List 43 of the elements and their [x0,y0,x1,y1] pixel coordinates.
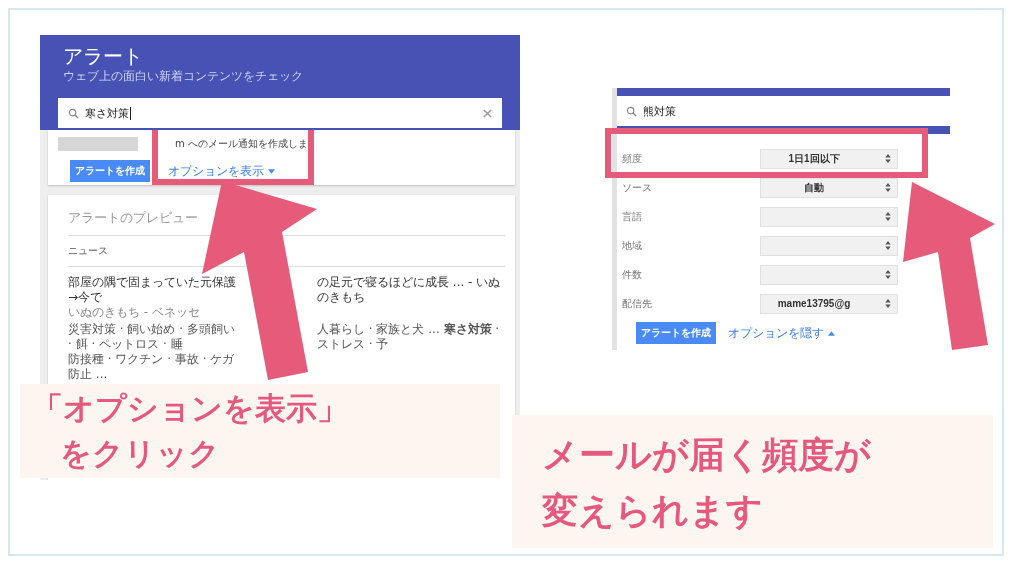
search-icon [68,107,79,119]
article-snippet: 人暮らし · 家族と犬 ... 寒さ対策 · ストレス · 予 [317,322,501,352]
option-label: 言語 [622,209,643,224]
article-headline[interactable]: →今で [68,290,240,305]
callout-text: 「オプションを表示」 [32,389,349,428]
option-label: 頻度 [622,151,643,166]
option-label: 件数 [622,267,643,282]
updown-arrows-icon [885,212,891,221]
option-select[interactable] [760,235,898,256]
option-select[interactable]: 自動 [760,177,898,198]
updown-arrows-icon [885,241,891,250]
article-source: いぬのきもち - ベネッセ [68,305,201,320]
updown-arrows-icon [885,183,891,192]
show-options-link[interactable]: オプションを表示 [168,162,275,180]
option-label: 地域 [622,238,643,253]
app-subtitle: ウェブ上の面白い新着コンテンツをチェック [63,68,304,85]
caret-icon [828,330,835,336]
updown-arrows-icon [885,299,891,308]
option-label: ソース [622,180,653,195]
article-snippet: 災害対策 · 飼い始め · 多頭飼い · 餌 · ペットロス · 睡 [68,322,236,352]
callout-text: をクリック [59,434,221,473]
option-label: 配信先 [622,296,653,311]
option-select[interactable] [760,206,898,227]
caret-icon [268,168,275,174]
option-select[interactable]: mame13795@g [760,293,898,314]
callout-text: 変えられます [542,489,764,533]
close-icon[interactable] [483,108,492,118]
search-field[interactable]: 寒さ対策 [58,98,502,128]
article-headline[interactable]: 部屋の隅で固まっていた元保護 [68,275,240,290]
hide-options-link[interactable]: オプションを隠す [728,324,835,342]
notice-text: m へのメール通知を作成しま [175,137,308,151]
article-snippet: 防接種 · ワクチン · 事故 · ケガ防止 ... [68,352,236,382]
section-label: ニュース [68,244,109,258]
article-headline[interactable]: の足元で寝るほどに成長 ... - いぬのきもち [317,275,505,305]
preview-title: アラートのプレビュー [68,209,199,227]
search-icon [626,105,637,117]
option-select[interactable] [760,264,898,285]
updown-arrows-icon [885,154,891,163]
search-field[interactable]: 熊対策 [617,96,950,126]
app-title: アラート [63,43,144,67]
option-select[interactable]: 1日1回以下 [760,148,898,169]
updown-arrows-icon [885,270,891,279]
callout-text: メールが届く頻度が [542,433,872,477]
